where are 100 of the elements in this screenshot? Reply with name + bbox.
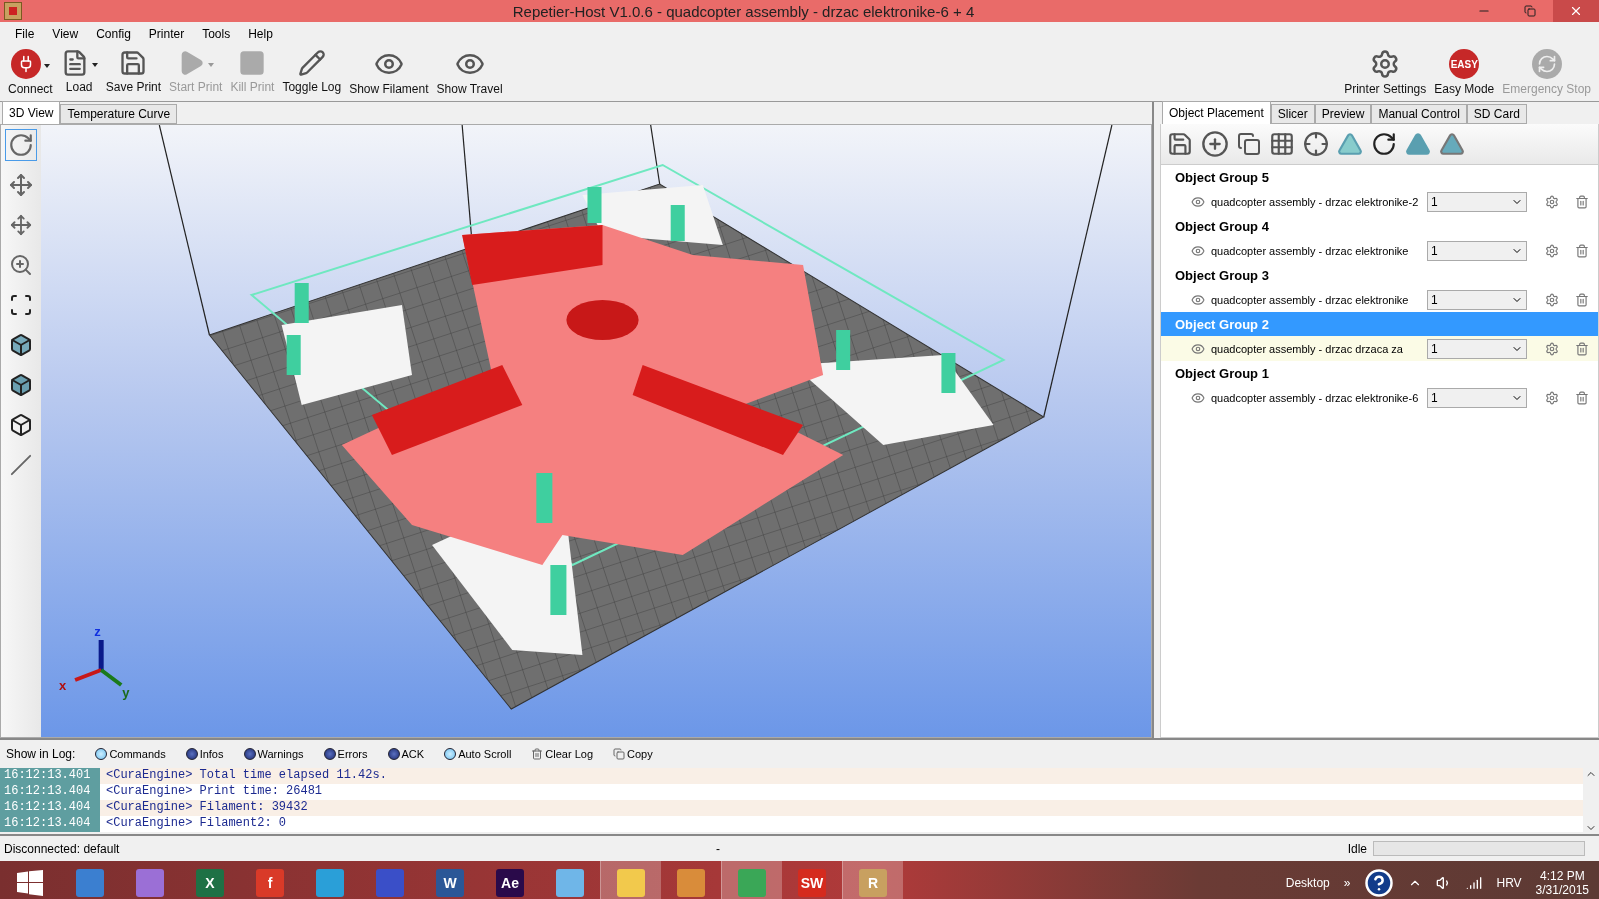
panel-tab[interactable]: Slicer — [1270, 104, 1315, 124]
log-message: <CuraEngine> Filament2: 0 — [105, 816, 287, 832]
toolbar-button[interactable]: Connect — [4, 45, 57, 96]
taskbar-app[interactable]: f — [240, 861, 300, 899]
copies-dropdown[interactable]: 1 — [1427, 240, 1527, 261]
eye-icon[interactable] — [1191, 194, 1205, 209]
log-filter-radio[interactable]: ACK — [387, 748, 425, 760]
log-time: 16:12:13.404 — [0, 816, 100, 832]
taskbar-app[interactable]: Ae — [480, 861, 540, 899]
grid-icon[interactable] — [1269, 131, 1295, 157]
gear-icon[interactable] — [1545, 243, 1559, 258]
log-action-button[interactable]: Clear Log — [531, 748, 594, 760]
pencil-icon — [297, 49, 326, 77]
triangle-icon[interactable] — [1405, 131, 1431, 157]
panel-tab[interactable]: SD Card — [1466, 104, 1527, 124]
log-filter-radio[interactable]: Auto Scroll — [444, 748, 512, 760]
copies-dropdown[interactable]: 1 — [1427, 191, 1527, 212]
trash-icon[interactable] — [1575, 390, 1589, 405]
menu-item[interactable]: Help — [239, 26, 282, 41]
trash-icon[interactable] — [1575, 341, 1589, 356]
menu-item[interactable]: View — [43, 26, 88, 41]
object-name: quadcopter assembly - drzac elektronike-6 — [1211, 391, 1420, 404]
triangle-icon[interactable] — [1337, 131, 1363, 157]
copies-dropdown[interactable]: 1 — [1427, 387, 1527, 408]
trash-icon[interactable] — [1575, 243, 1589, 258]
easy-mode-badge: EASY — [1449, 49, 1480, 79]
help-icon[interactable] — [1364, 867, 1395, 898]
toolbar-button[interactable]: Toggle Log — [278, 45, 346, 94]
gear-icon[interactable] — [1545, 292, 1559, 307]
view-tab[interactable]: Temperature Curve — [60, 104, 178, 124]
eye-icon[interactable] — [1191, 292, 1205, 307]
copy-icon — [613, 748, 626, 760]
language-indicator[interactable]: HRV — [1496, 875, 1522, 890]
panel-tab[interactable]: Preview — [1314, 104, 1372, 124]
app-logo-icon — [4, 2, 22, 20]
stop-square-icon — [238, 49, 267, 77]
caret-icon[interactable] — [91, 63, 98, 67]
menu-item[interactable]: Printer — [139, 26, 194, 41]
log-filter-radio[interactable]: Commands — [95, 748, 166, 760]
y-axis-label: y — [122, 685, 130, 700]
menu-item[interactable]: Config — [87, 26, 140, 41]
plug-icon — [10, 49, 41, 79]
crosshair-icon[interactable] — [1303, 131, 1329, 157]
printer-state: Idle — [1347, 841, 1367, 856]
log-filter-radio[interactable]: Errors — [323, 748, 368, 760]
object-name: quadcopter assembly - drzac elektronike — [1211, 293, 1410, 306]
trash-icon — [531, 748, 544, 760]
log-time: 16:12:13.404 — [0, 800, 100, 816]
clock[interactable]: 4:12 PM 3/31/2015 — [1535, 868, 1589, 897]
panel-tab[interactable]: Manual Control — [1371, 104, 1467, 124]
taskbar-app[interactable]: W — [420, 861, 480, 899]
menu-item[interactable]: Tools — [193, 26, 240, 41]
log-action-button[interactable]: Copy — [613, 748, 653, 760]
restore-icon — [1524, 5, 1536, 17]
panel-tab[interactable]: Object Placement — [1162, 101, 1271, 124]
log-time: 16:12:13.401 — [0, 768, 100, 784]
taskbar-app[interactable]: X — [180, 861, 240, 899]
x-axis-label: x — [59, 678, 67, 693]
object-name: quadcopter assembly - drzac elektronike — [1211, 244, 1410, 257]
log-message: <CuraEngine> Total time elapsed 11.42s. — [105, 768, 387, 784]
gear-icon[interactable] — [1545, 194, 1559, 209]
toolbar-button[interactable]: Load — [56, 45, 102, 94]
eye-icon[interactable] — [1191, 341, 1205, 356]
toolbar-button[interactable]: Save Print — [101, 45, 166, 94]
close-icon — [1569, 4, 1583, 18]
toolbar-button[interactable]: Printer Settings — [1340, 45, 1431, 96]
desktop-toolbar-label[interactable]: Desktop — [1285, 875, 1330, 890]
rotate-icon[interactable] — [1371, 131, 1397, 157]
object-name: quadcopter assembly - drzac drzaca za — [1211, 342, 1404, 355]
caret-icon[interactable] — [43, 64, 50, 68]
log-filter-radio[interactable]: Infos — [185, 748, 224, 760]
copy-icon[interactable] — [1237, 132, 1261, 156]
toolbar-button[interactable]: Show Travel — [432, 45, 507, 96]
toolbar-button[interactable]: EASY Easy Mode — [1430, 45, 1499, 96]
add-icon[interactable] — [1201, 130, 1229, 158]
object-name: quadcopter assembly - drzac elektronike-2 — [1211, 195, 1420, 208]
taskbar-app[interactable]: SW — [782, 861, 842, 899]
z-axis-label: z — [94, 624, 101, 639]
copies-dropdown[interactable]: 1 — [1427, 289, 1527, 310]
signal-icon[interactable] — [1466, 874, 1483, 891]
log-time: 16:12:13.404 — [0, 784, 100, 800]
windows-logo-icon — [17, 869, 43, 896]
window-title: Repetier-Host V1.0.6 - quadcopter assembly - drzac elektronike-6 + 4 — [511, 2, 976, 20]
log-message: <CuraEngine> Print time: 26481 — [105, 784, 323, 800]
emergency-stop-icon — [1531, 49, 1562, 79]
toolbar-button[interactable]: Show Filament — [345, 45, 433, 96]
trash-icon[interactable] — [1575, 194, 1589, 209]
eye-icon[interactable] — [1191, 243, 1205, 258]
taskbar-app[interactable] — [600, 861, 661, 899]
axis-drawing — [74, 640, 123, 687]
copies-dropdown[interactable]: 1 — [1427, 338, 1527, 359]
trash-icon[interactable] — [1575, 292, 1589, 307]
log-filter-radio[interactable]: Warnings — [243, 748, 304, 760]
eye-icon[interactable] — [1191, 390, 1205, 405]
gear-icon[interactable] — [1545, 341, 1559, 356]
view-tab[interactable]: 3D View — [2, 101, 61, 124]
menu-item[interactable]: File — [6, 26, 44, 41]
toolbar-chevron[interactable]: » — [1343, 875, 1351, 890]
connection-status: Disconnected: default — [4, 841, 121, 856]
gear-icon[interactable] — [1545, 390, 1559, 405]
